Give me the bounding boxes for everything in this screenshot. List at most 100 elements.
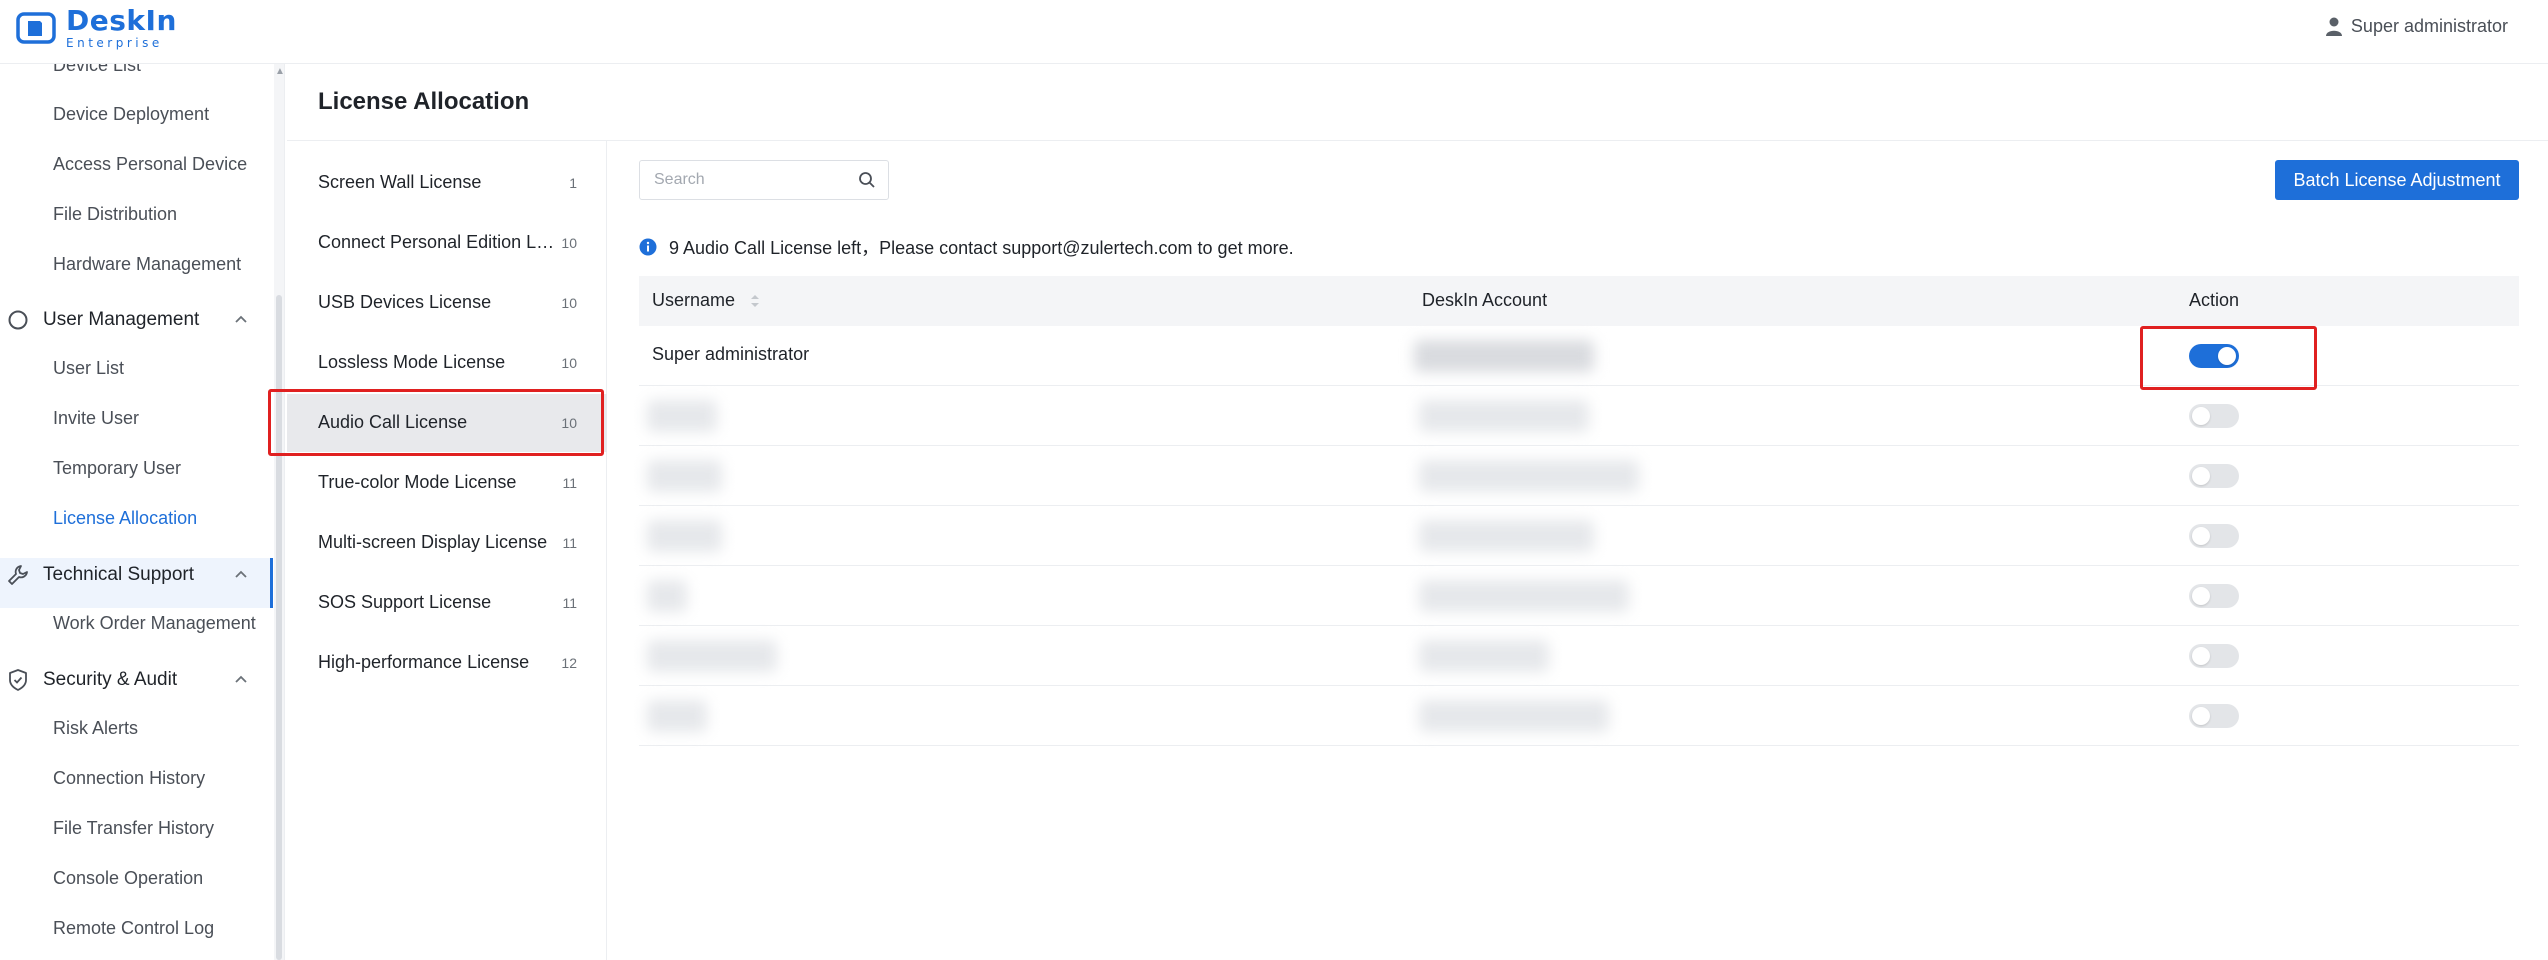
toggle-knob	[2192, 587, 2210, 605]
deskin-logo[interactable]: DeskIn Enterprise	[16, 6, 177, 50]
redacted-account	[1419, 700, 1609, 732]
license-item-usb-devices[interactable]: USB Devices License 10	[287, 274, 607, 332]
sidebar-item-invite-user[interactable]: Invite User	[53, 408, 139, 429]
chevron-up-icon	[235, 675, 247, 683]
table-row	[639, 686, 2519, 746]
license-item-multi-screen-display[interactable]: Multi-screen Display License 11	[287, 514, 607, 572]
sidebar-item-device-deployment[interactable]: Device Deployment	[53, 104, 209, 125]
license-name: High-performance License	[318, 652, 530, 672]
license-item-lossless-mode[interactable]: Lossless Mode License 10	[287, 334, 607, 392]
redacted-account	[1419, 520, 1594, 552]
toggle-knob	[2192, 707, 2210, 725]
scroll-up-arrow-icon[interactable]: ▲	[275, 66, 285, 77]
license-item-high-performance[interactable]: High-performance License 12	[287, 634, 607, 692]
redacted-username	[647, 640, 777, 672]
sidebar-group-label: Technical Support	[43, 564, 195, 585]
user-name: Super administrator	[2350, 16, 2508, 36]
license-count: 10	[561, 355, 577, 371]
redacted-account	[1419, 640, 1549, 672]
toggle-knob	[2192, 467, 2210, 485]
sidebar-group-user-management[interactable]: User Management	[0, 295, 273, 345]
sidebar: Device List Device Deployment Access Per…	[0, 64, 285, 960]
license-name: SOS Support License	[318, 592, 492, 612]
logo-name: DeskIn	[66, 4, 177, 37]
user-icon	[2325, 17, 2342, 36]
license-count: 10	[561, 235, 577, 251]
license-name: Screen Wall License	[318, 172, 482, 192]
toggle-knob	[2192, 527, 2210, 545]
sidebar-item-hardware-management[interactable]: Hardware Management	[53, 254, 241, 275]
sidebar-item-access-personal-device[interactable]: Access Personal Device	[53, 154, 247, 175]
license-count: 12	[561, 655, 577, 671]
sidebar-item-user-list[interactable]: User List	[53, 358, 124, 379]
redacted-username	[647, 400, 717, 432]
redacted-account	[1419, 580, 1629, 612]
sort-icon[interactable]	[750, 293, 760, 309]
user-menu[interactable]: Super administrator	[2325, 16, 2508, 37]
redacted-account	[1414, 340, 1594, 372]
license-item-connect-personal-edition[interactable]: Connect Personal Edition License 10	[287, 214, 607, 272]
license-name: Lossless Mode License	[318, 352, 506, 372]
sidebar-item-file-distribution[interactable]: File Distribution	[53, 204, 177, 225]
sidebar-item-remote-control-log[interactable]: Remote Control Log	[53, 918, 214, 939]
sidebar-item-license-allocation[interactable]: License Allocation	[53, 508, 197, 529]
sidebar-item-connection-history[interactable]: Connection History	[53, 768, 205, 789]
toggle-knob	[2192, 407, 2210, 425]
chevron-up-icon	[235, 570, 247, 578]
license-toggle[interactable]	[2189, 404, 2239, 428]
license-name: Connect Personal Edition License	[318, 232, 558, 252]
column-header-label: Username	[652, 290, 736, 310]
search-box[interactable]	[639, 160, 889, 200]
license-count: 11	[562, 535, 577, 551]
page-title: License Allocation	[318, 88, 530, 115]
toggle-knob	[2192, 647, 2210, 665]
search-icon[interactable]	[858, 171, 876, 189]
deskin-logo-icon	[16, 12, 56, 44]
table-row	[639, 566, 2519, 626]
redacted-account	[1419, 400, 1589, 432]
highlight-box-action-toggle	[2140, 326, 2317, 390]
top-header: DeskIn Enterprise Super administrator	[0, 0, 2548, 64]
license-notice: 9 Audio Call License left，Please contact…	[639, 234, 1294, 260]
sidebar-item-console-operation[interactable]: Console Operation	[53, 868, 203, 889]
table-header: Username DeskIn Account Action	[639, 276, 2519, 326]
batch-license-adjustment-button[interactable]: Batch License Adjustment	[2275, 160, 2519, 200]
title-divider	[287, 140, 2548, 141]
info-icon	[639, 238, 657, 256]
redacted-username	[647, 700, 707, 732]
sidebar-group-technical-support[interactable]: Technical Support	[0, 550, 273, 600]
table-row	[639, 446, 2519, 506]
redacted-username	[647, 460, 722, 492]
wrench-icon	[8, 565, 28, 585]
sidebar-item-work-order-management[interactable]: Work Order Management	[53, 613, 256, 634]
logo-subtitle: Enterprise	[66, 36, 163, 50]
license-toggle[interactable]	[2189, 524, 2239, 548]
redacted-account	[1419, 460, 1639, 492]
sidebar-item-device-list[interactable]: Device List	[53, 64, 141, 76]
license-item-screen-wall[interactable]: Screen Wall License 1	[287, 154, 607, 212]
license-item-true-color-mode[interactable]: True-color Mode License 11	[287, 454, 607, 512]
license-toggle[interactable]	[2189, 644, 2239, 668]
search-input[interactable]	[640, 161, 850, 199]
sidebar-item-temporary-user[interactable]: Temporary User	[53, 458, 181, 479]
license-item-sos-support[interactable]: SOS Support License 11	[287, 574, 607, 632]
shield-icon	[9, 669, 27, 691]
table-row	[639, 386, 2519, 446]
license-list: Screen Wall License 1 Connect Personal E…	[287, 141, 607, 960]
sidebar-item-file-transfer-history[interactable]: File Transfer History	[53, 818, 214, 839]
user-circle-icon	[8, 310, 28, 330]
sidebar-group-security-audit[interactable]: Security & Audit	[0, 655, 273, 705]
license-toggle[interactable]	[2189, 584, 2239, 608]
sidebar-item-risk-alerts[interactable]: Risk Alerts	[53, 718, 138, 739]
redacted-username	[647, 580, 687, 612]
license-name: USB Devices License	[318, 292, 492, 312]
column-header-action: Action	[2189, 290, 2240, 310]
license-notice-text: 9 Audio Call License left，Please contact…	[669, 238, 1294, 258]
license-count: 1	[569, 175, 577, 191]
license-toggle[interactable]	[2189, 464, 2239, 488]
table-row	[639, 626, 2519, 686]
table-row	[639, 506, 2519, 566]
license-toggle[interactable]	[2189, 704, 2239, 728]
column-header-username[interactable]: Username	[652, 290, 760, 311]
highlight-box-audio-call-license	[268, 389, 604, 456]
